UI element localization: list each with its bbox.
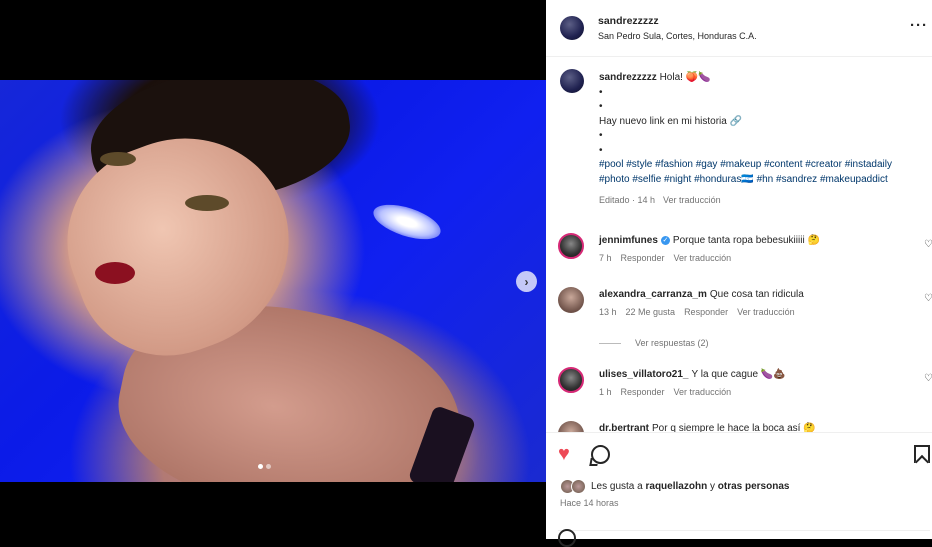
photo-eye: [100, 152, 136, 166]
carousel-dot-active: [258, 464, 263, 469]
comment-reply-link[interactable]: Responder: [684, 307, 728, 317]
caption-translate-link[interactable]: Ver traducción: [663, 195, 721, 205]
more-icon[interactable]: ···: [910, 17, 928, 34]
comment-text: Y la que cague 🍆💩: [691, 369, 786, 380]
comments-scroll-area[interactable]: sandrezzzzz Hola! 🍑🍆 • • Hay nuevo link …: [546, 57, 932, 432]
caption-bullet: •: [599, 130, 603, 141]
comment-time: 13 h: [599, 307, 617, 317]
view-replies-label[interactable]: Ver respuestas (2): [635, 338, 709, 348]
liked-by-suffix: y: [709, 481, 715, 492]
caption-edited: Editado · 14 h: [599, 195, 656, 205]
liked-by: Les gusta a raquellazohn y otras persona…: [560, 479, 789, 494]
post-actions: ♥ Les gusta a raquellazohn y otras perso…: [546, 432, 932, 547]
comment-heart-icon[interactable]: ♡: [924, 373, 932, 384]
bookmark-icon[interactable]: [914, 445, 930, 463]
comment-text: Que cosa tan ridicula: [709, 289, 804, 300]
photo-lips: [95, 262, 135, 284]
post-time[interactable]: Hace 14 horas: [560, 498, 619, 508]
comment-username[interactable]: jennimfunes: [599, 235, 658, 246]
liked-by-user[interactable]: raquellazohn: [646, 481, 708, 492]
post-media: ›: [0, 0, 546, 538]
comment-avatar[interactable]: [558, 287, 584, 313]
photo-eye: [185, 195, 229, 211]
post-location[interactable]: San Pedro Sula, Cortes, Honduras C.A.: [598, 31, 757, 41]
comment-heart-icon[interactable]: ♡: [924, 239, 932, 250]
comment-icon[interactable]: [591, 445, 610, 464]
comment-username[interactable]: dr.bertrant: [599, 423, 649, 432]
comment-translate-link[interactable]: Ver traducción: [737, 307, 795, 317]
comment-translate-link[interactable]: Ver traducción: [674, 253, 732, 263]
comment-time: 7 h: [599, 253, 612, 263]
chevron-right-icon: ›: [524, 274, 529, 289]
caption-bullet: •: [599, 101, 603, 112]
comment-reply-link[interactable]: Responder: [621, 253, 665, 263]
comment-likes[interactable]: 22 Me gusta: [626, 307, 676, 317]
liked-by-others[interactable]: otras personas: [718, 481, 790, 492]
heart-icon[interactable]: ♥: [558, 443, 570, 466]
liked-by-prefix: Les gusta a: [591, 481, 643, 492]
comment-reply-link[interactable]: Responder: [621, 387, 665, 397]
caption-avatar[interactable]: [560, 69, 584, 93]
caption-hashtags[interactable]: #pool #style #fashion #gay #makeup #cont…: [599, 158, 919, 187]
caption-username[interactable]: sandrezzzzz: [599, 72, 657, 83]
comment-avatar[interactable]: [558, 421, 584, 432]
view-replies[interactable]: Ver respuestas (2): [599, 338, 709, 348]
liker-avatar: [571, 479, 586, 494]
carousel-next-button[interactable]: ›: [516, 271, 537, 292]
caption-bullet: •: [599, 144, 603, 156]
comment-username[interactable]: alexandra_carranza_m: [599, 289, 707, 300]
comment-username[interactable]: ulises_villatoro21_: [599, 369, 689, 380]
comment-heart-icon[interactable]: ♡: [924, 293, 932, 304]
post-header: sandrezzzzz San Pedro Sula, Cortes, Hond…: [546, 0, 932, 57]
comment-time: 1 h: [599, 387, 612, 397]
comment-avatar[interactable]: [558, 367, 584, 393]
caption-meta: Editado · 14 h Ver traducción: [599, 193, 919, 208]
author-avatar[interactable]: [560, 16, 584, 40]
comment-translate-link[interactable]: Ver traducción: [674, 387, 732, 397]
carousel-dot: [266, 464, 271, 469]
author-username[interactable]: sandrezzzzz: [598, 15, 659, 27]
comment-avatar[interactable]: [558, 233, 584, 259]
post-photo[interactable]: [0, 80, 546, 482]
caption-bullet: •: [599, 86, 603, 98]
verified-icon: ✓: [660, 235, 670, 245]
caption-link-line: Hay nuevo link en mi historia 🔗: [599, 115, 743, 127]
replies-divider: [599, 342, 621, 344]
caption-greeting: Hola! 🍑🍆: [659, 72, 711, 83]
photo-water-reflection: [369, 197, 445, 247]
post-side-panel: sandrezzzzz San Pedro Sula, Cortes, Hond…: [546, 0, 932, 547]
comment-text: Porque tanta ropa bebesukiiiii 🤔: [672, 235, 820, 246]
smiley-icon[interactable]: [558, 529, 576, 547]
carousel-indicator: [258, 464, 271, 469]
comment-text: Por q siempre le hace la boca así 🤔: [652, 423, 816, 432]
